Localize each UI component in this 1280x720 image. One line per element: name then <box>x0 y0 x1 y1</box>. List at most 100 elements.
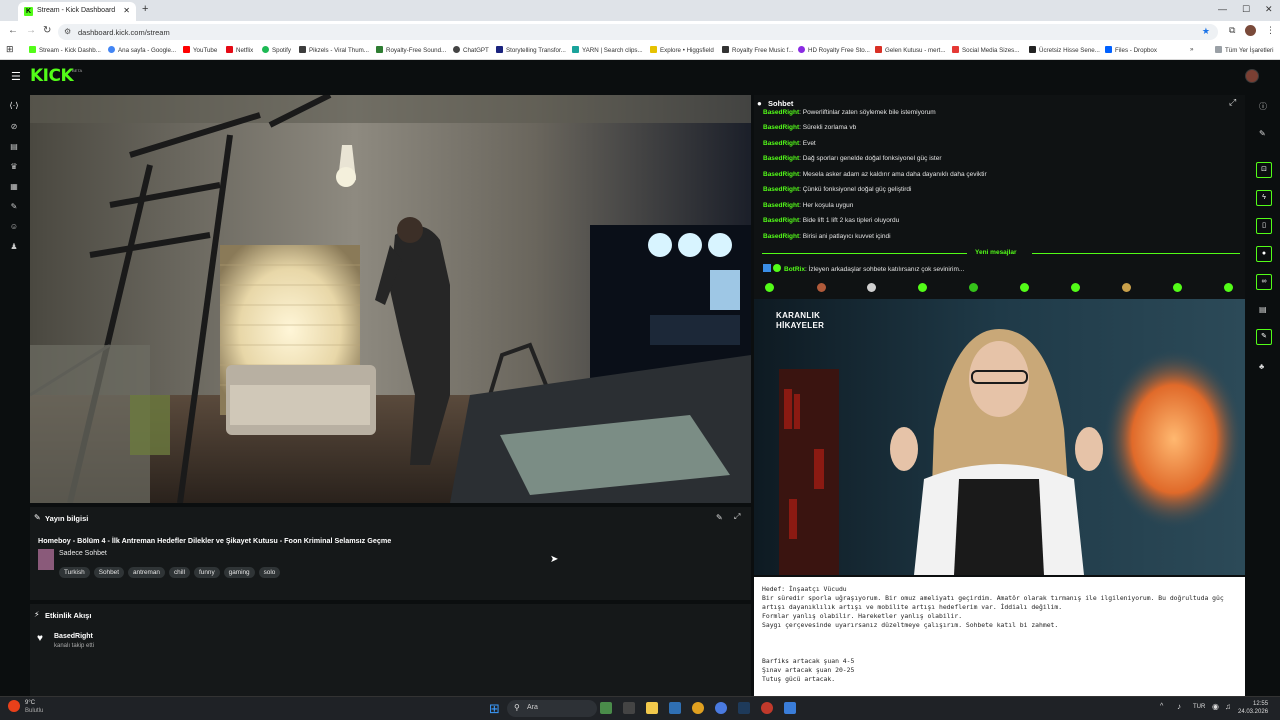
bookmark-item[interactable]: Social Media Sizes... <box>952 46 1019 54</box>
taskbar-clock[interactable]: 12:55 24.03.2026 <box>1238 700 1268 716</box>
community-icon[interactable]: ♟ <box>9 242 19 252</box>
bookmark-item[interactable]: Storytelling Transfor... <box>496 46 566 54</box>
tag[interactable]: funny <box>194 567 220 578</box>
tag[interactable]: chill <box>168 567 190 578</box>
maximize-icon[interactable]: ☐ <box>1242 4 1250 15</box>
bookmark-item[interactable]: HD Royalty Free Sto... <box>798 46 870 54</box>
bookmark-item[interactable]: Ücretsiz Hisse Sene... <box>1029 46 1100 54</box>
network-icon[interactable]: ◉ <box>1212 702 1219 711</box>
stream-preview-video[interactable] <box>30 95 751 503</box>
layers-icon[interactable]: ▤ <box>1259 305 1267 314</box>
emote-icon[interactable] <box>1224 283 1233 292</box>
tools-icon[interactable]: ✎ <box>9 202 19 212</box>
bookmark-item[interactable]: YARN | Search clips... <box>572 46 643 54</box>
bookmark-item[interactable]: YouTube <box>183 46 217 54</box>
minimize-icon[interactable]: — <box>1218 4 1227 14</box>
chat-popout-icon[interactable]: ⤢ <box>1229 97 1236 108</box>
tag[interactable]: antreman <box>127 567 165 578</box>
volume-icon[interactable]: ♫ <box>1225 702 1231 711</box>
video-library-icon[interactable]: ▦ <box>9 182 19 192</box>
back-icon[interactable]: ← <box>8 25 18 36</box>
reload-icon[interactable]: ↻ <box>43 25 51 36</box>
bookmark-star-icon[interactable]: ★ <box>1202 26 1210 37</box>
info-icon[interactable]: ⓘ <box>1259 101 1267 112</box>
app-icon[interactable] <box>669 702 681 714</box>
emote-icon[interactable] <box>765 283 774 292</box>
browser-tab-active[interactable]: K Stream - Kick Dashboard ✕ <box>18 2 136 21</box>
tag[interactable]: Turkish <box>59 567 90 578</box>
activity-user[interactable]: BasedRight <box>54 633 93 640</box>
app-icon[interactable] <box>784 702 796 714</box>
emote-icon[interactable] <box>918 283 927 292</box>
apps-grid-icon[interactable]: ⊞ <box>6 44 14 55</box>
link-icon[interactable]: ⊘ <box>9 122 19 132</box>
pencil-icon[interactable]: ✎ <box>1259 129 1266 138</box>
site-info-icon[interactable]: ⚙ <box>64 27 71 36</box>
mic-icon[interactable]: ♪ <box>1177 702 1181 711</box>
emote-icon[interactable] <box>1071 283 1080 292</box>
stream-icon[interactable]: ⟨·⟩ <box>9 101 19 111</box>
hamburger-menu-icon[interactable]: ☰ <box>11 70 21 83</box>
note-line: Hedef: İnşaatçı Vücudu <box>762 585 847 593</box>
bookmark-item[interactable]: Royalty Free Music f... <box>722 46 794 54</box>
emote-icon[interactable] <box>1122 283 1131 292</box>
language-indicator[interactable]: TUR <box>1193 704 1205 710</box>
bookmark-item[interactable]: Ana sayfa - Google... <box>108 46 176 54</box>
scene-icon[interactable]: ⊡ <box>1256 162 1272 178</box>
chrome-icon[interactable] <box>692 702 704 714</box>
menu-dots-icon[interactable]: ⋮ <box>1266 25 1275 36</box>
tag[interactable]: solo <box>258 567 281 578</box>
bookmark-item[interactable]: Gelen Kutusu - mert... <box>875 46 946 54</box>
task-view-icon[interactable] <box>623 702 635 714</box>
wrench-tool-icon[interactable]: ✎ <box>1256 329 1272 345</box>
profile-avatar[interactable] <box>1245 25 1256 36</box>
bookmark-item[interactable]: Pikzels - Viral Thum... <box>299 46 369 54</box>
share-icon[interactable]: ♣ <box>1259 362 1264 371</box>
bookmark-item[interactable]: Stream - Kick Dashb... <box>29 46 101 54</box>
app-icon[interactable] <box>715 702 727 714</box>
notepad-window[interactable]: Hedef: İnşaatçı Vücudu Bir süredir sporl… <box>754 577 1245 696</box>
more-bookmarks-icon[interactable]: » <box>1190 46 1193 53</box>
file-explorer-icon[interactable] <box>646 702 658 714</box>
trophy-icon[interactable]: ♛ <box>9 162 19 172</box>
category-thumbnail[interactable] <box>38 549 54 570</box>
bookmark-item[interactable]: Netflix <box>226 46 253 54</box>
bookmark-item[interactable]: Explore • Higgsfield <box>650 46 714 54</box>
emote-icon[interactable] <box>1173 283 1182 292</box>
address-bar[interactable]: ⚙ dashboard.kick.com/stream ★ <box>58 24 1218 40</box>
category-name[interactable]: Sadece Sohbet <box>59 550 107 557</box>
bookmark-item[interactable]: Spotify <box>262 46 291 54</box>
emote-icon[interactable] <box>969 283 978 292</box>
emote-icon[interactable] <box>817 283 826 292</box>
new-tab-button[interactable]: + <box>142 3 148 15</box>
tray-chevron-icon[interactable]: ^ <box>1160 703 1163 710</box>
windows-start-icon[interactable]: ⊞ <box>489 701 500 717</box>
forward-icon[interactable]: → <box>26 25 36 36</box>
chat-icon[interactable]: ● <box>1256 246 1272 262</box>
popout-icon[interactable]: ⤢ <box>734 512 740 522</box>
widget-icon[interactable] <box>600 702 612 714</box>
layout-icon[interactable]: ▤ <box>9 142 19 152</box>
link-chain-icon[interactable]: ∞ <box>1256 274 1272 290</box>
close-window-icon[interactable]: ✕ <box>1265 4 1273 15</box>
close-tab-icon[interactable]: ✕ <box>123 6 130 15</box>
users-icon[interactable]: ☺ <box>9 222 19 232</box>
overlay-video[interactable]: KARANLIK HİKAYELER <box>754 299 1245 575</box>
app-icon[interactable] <box>738 702 750 714</box>
bookmark-item[interactable]: Royalty-Free Sound... <box>376 46 446 54</box>
app-icon[interactable] <box>761 702 773 714</box>
edit-icon[interactable]: ✎ <box>716 513 723 522</box>
all-bookmarks-folder[interactable]: Tüm Yer İşaretleri <box>1215 46 1274 54</box>
bookmark-item[interactable]: ChatGPT <box>453 46 489 54</box>
emote-icon[interactable] <box>1020 283 1029 292</box>
tag[interactable]: Sohbet <box>93 567 124 578</box>
document-icon[interactable]: ▯ <box>1256 218 1272 234</box>
taskbar-search[interactable]: ⚲ Ara <box>507 700 597 717</box>
bookmark-item[interactable]: Files - Dropbox <box>1105 46 1157 54</box>
kick-logo[interactable]: KICK <box>30 66 74 86</box>
emote-icon[interactable] <box>867 283 876 292</box>
tag[interactable]: gaming <box>223 567 255 578</box>
extensions-icon[interactable]: ⧉ <box>1229 25 1235 36</box>
lightning-icon[interactable]: ϟ <box>1256 190 1272 206</box>
user-avatar[interactable] <box>1245 69 1259 83</box>
